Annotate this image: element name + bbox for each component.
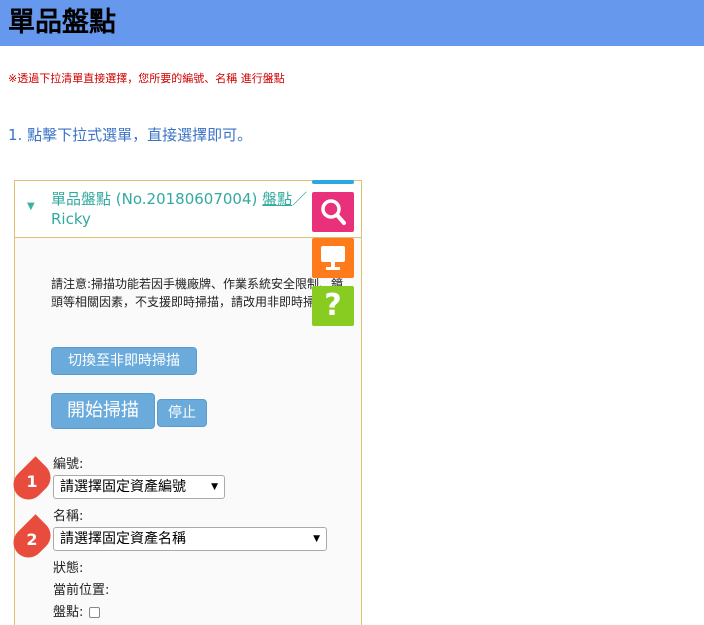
page-title: 單品盤點 (8, 7, 116, 38)
asset-id-select-value: 請選擇固定資產編號 (60, 479, 186, 495)
dropdown-arrow-icon: ▼ (313, 534, 320, 544)
asset-name-select-value: 請選擇固定資產名稱 (60, 531, 186, 547)
side-tool-help[interactable]: ? (312, 286, 354, 326)
check-row: 盤點: (53, 601, 101, 620)
panel-header[interactable]: ▼ 單品盤點 (No.20180607004) 盤點／ Ricky (15, 181, 361, 238)
asset-id-select[interactable]: 請選擇固定資產編號 ▼ (53, 475, 225, 499)
panel-title-link[interactable]: 盤點 (262, 190, 292, 208)
marker-number-1: 1 (26, 472, 38, 491)
collapse-caret-icon[interactable]: ▼ (27, 201, 35, 212)
switch-offline-scan-button[interactable]: 切換至非即時掃描 (51, 347, 197, 375)
step-instruction: 1. 點擊下拉式選單，直接選擇即可。 (8, 126, 253, 144)
panel-title-text: 單品盤點 (No.20180607004) (51, 190, 263, 208)
start-scan-button[interactable]: 開始掃描 (51, 393, 155, 429)
marker-number-2: 2 (26, 530, 38, 549)
notice-text: ※透過下拉清單直接選擇，您所要的編號、名稱 進行盤點 (8, 72, 285, 85)
side-tool-monitor[interactable] (312, 238, 354, 278)
asset-name-select[interactable]: 請選擇固定資產名稱 ▼ (53, 527, 327, 551)
panel-title-user: Ricky (51, 210, 91, 228)
dropdown-arrow-icon: ▼ (211, 482, 218, 492)
panel-title: 單品盤點 (No.20180607004) 盤點／ Ricky (51, 190, 308, 228)
status-label: 狀態: (53, 561, 84, 576)
help-icon: ? (324, 288, 342, 323)
check-checkbox[interactable] (89, 607, 101, 618)
inventory-panel: ▼ 單品盤點 (No.20180607004) 盤點／ Ricky 請注意:掃描… (14, 180, 362, 625)
search-icon (321, 199, 346, 225)
side-tool-top[interactable] (312, 180, 354, 184)
side-tool-search[interactable] (312, 192, 354, 232)
asset-name-label: 名稱: (53, 509, 84, 524)
scan-notice: 請注意:掃描功能若因手機廠牌、作業系統安全限制、鏡頭等相關因素，不支援即時掃描，… (51, 277, 344, 309)
check-label: 盤點: (53, 605, 84, 620)
page-header: 單品盤點 (0, 0, 704, 46)
stop-scan-button[interactable]: 停止 (157, 399, 207, 427)
monitor-icon (321, 246, 345, 270)
location-label: 當前位置: (53, 583, 110, 598)
asset-id-label: 編號: (53, 457, 84, 472)
